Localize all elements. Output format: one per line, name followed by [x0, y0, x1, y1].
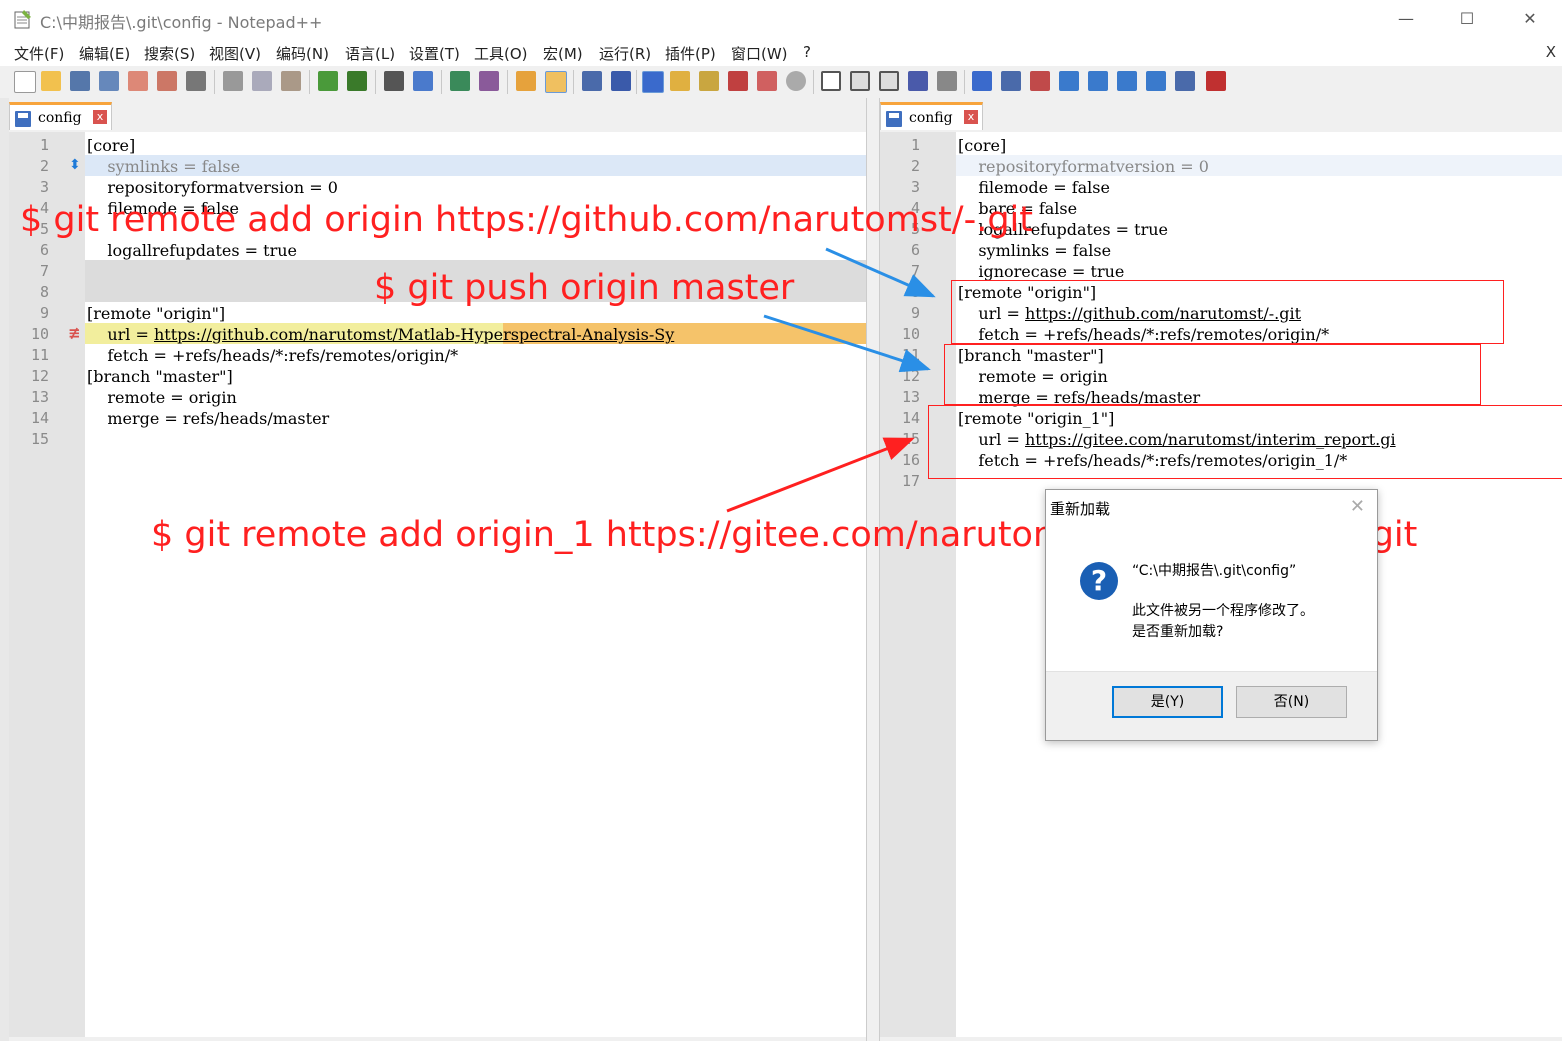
annotation-remote-add-origin: $ git remote add origin https://github.c…: [20, 200, 1033, 240]
dialog-close-icon[interactable]: ✕: [1350, 496, 1365, 517]
dialog-title: 重新加载: [1050, 500, 1111, 518]
dialog-message-line2: 是否重新加载?: [1132, 624, 1224, 640]
yes-button[interactable]: 是(Y): [1112, 686, 1223, 718]
annotation-push-origin-master: $ git push origin master: [374, 268, 795, 308]
dialog-message-line1: 此文件被另一个程序修改了。: [1132, 603, 1314, 619]
no-button[interactable]: 否(N): [1236, 686, 1347, 718]
arrow-to-branch-master: [763, 314, 931, 373]
question-icon: ?: [1080, 562, 1118, 600]
reload-dialog: 重新加载 ✕ ? “C:\中期报告\.git\config” 此文件被另一个程序…: [1045, 489, 1378, 741]
arrow-to-remote-origin: [825, 247, 936, 298]
arrow-to-remote-origin-1: [726, 437, 915, 513]
dialog-file-path: “C:\中期报告\.git\config”: [1132, 563, 1297, 579]
